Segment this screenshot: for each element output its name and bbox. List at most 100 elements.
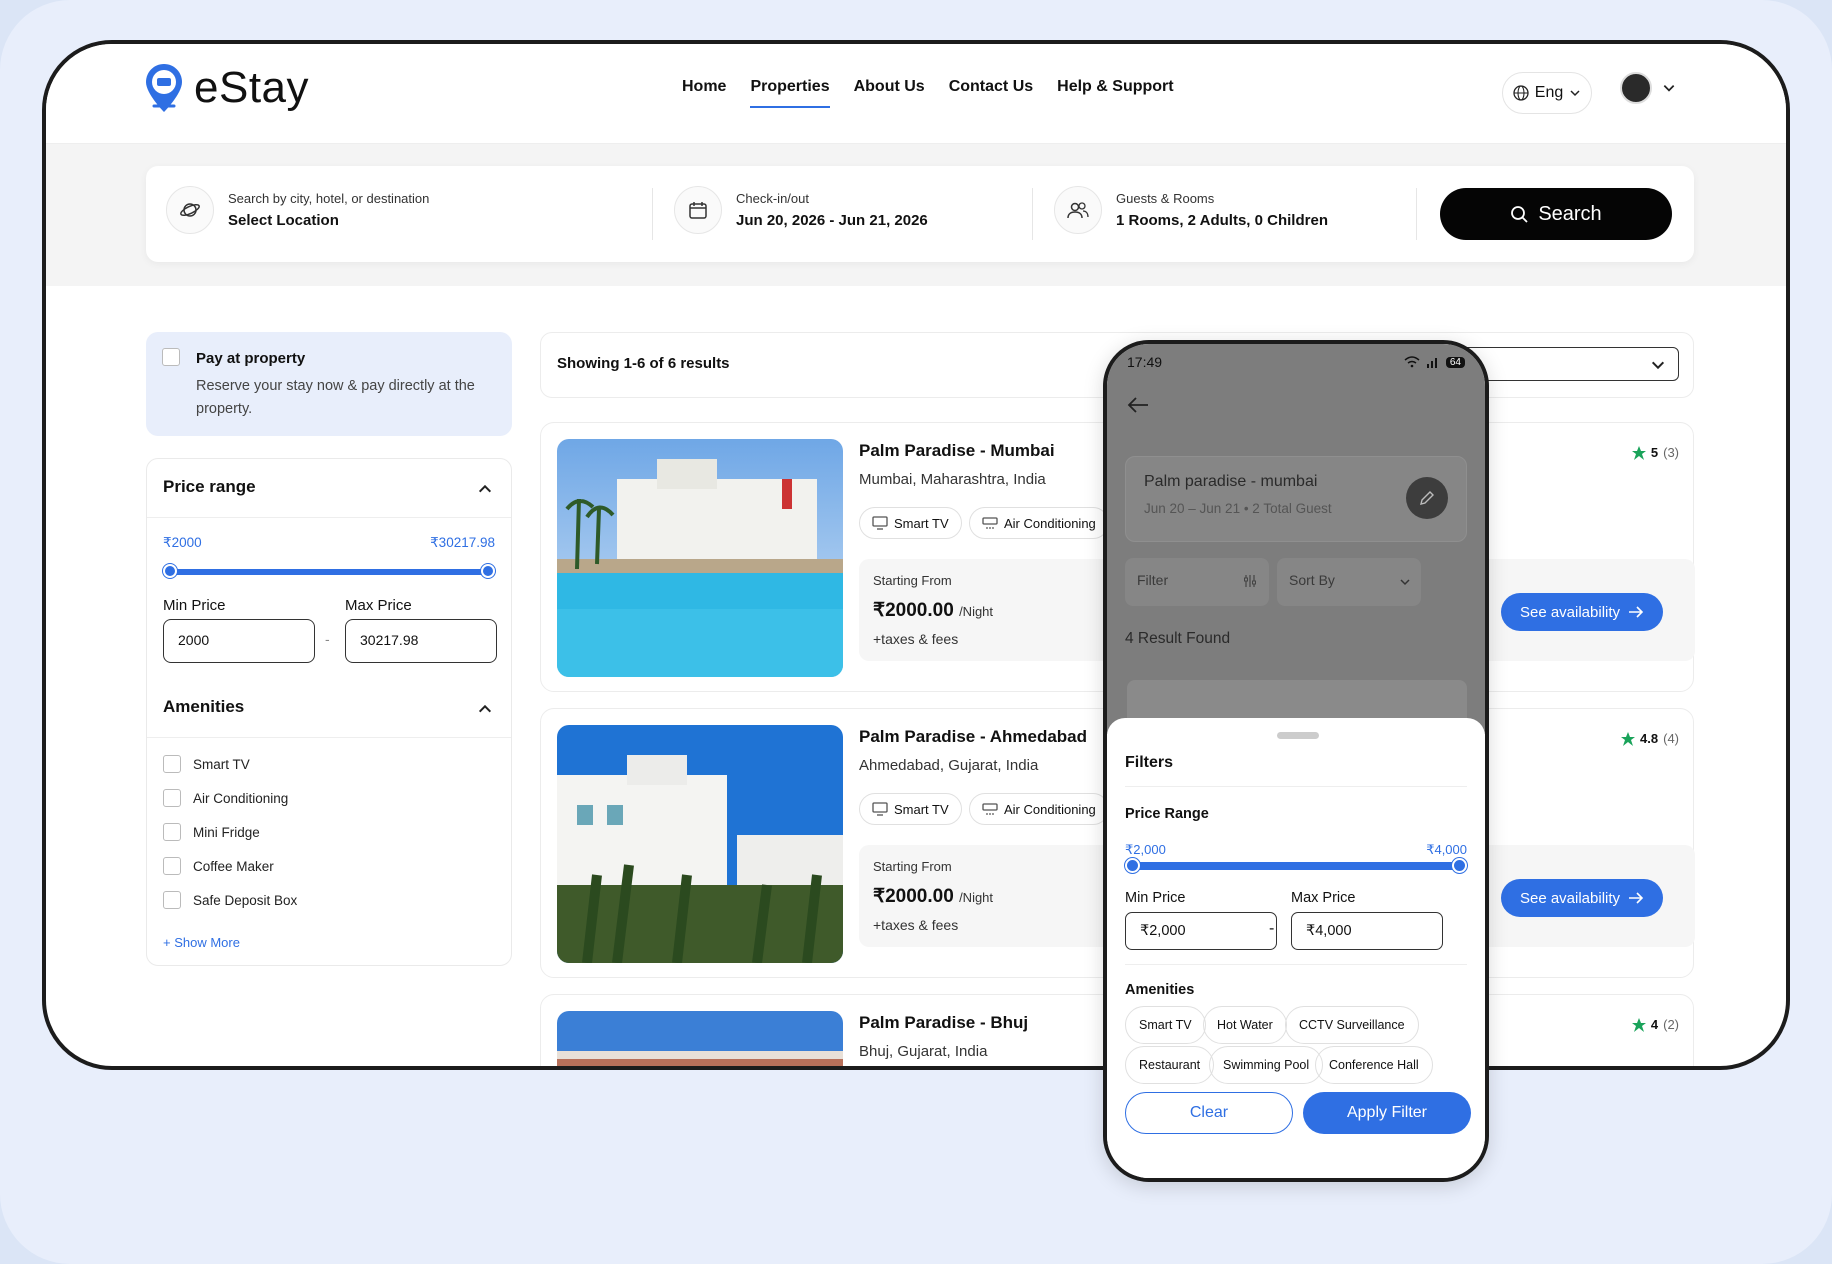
star-icon (1631, 445, 1646, 460)
property-rating: 5 (3) (1631, 445, 1679, 460)
nav-help-support[interactable]: Help & Support (1057, 78, 1173, 108)
amenity-tag-label: Smart TV (894, 515, 949, 531)
nav-home[interactable]: Home (682, 78, 726, 108)
divider (1125, 786, 1467, 787)
property-location: Ahmedabad, Gujarat, India (859, 757, 1039, 774)
clear-button[interactable]: Clear (1125, 1092, 1293, 1134)
mobile-sort-button[interactable]: Sort By (1277, 558, 1421, 606)
range-dash: - (325, 631, 330, 647)
star-icon (1631, 1017, 1646, 1032)
sort-label: Sort By (1289, 572, 1335, 588)
logo[interactable]: eStay (144, 62, 309, 114)
amenity-tag-label: Air Conditioning (1004, 515, 1096, 531)
amenity-label: Coffee Maker (193, 858, 274, 874)
amenity-checkbox[interactable] (163, 789, 181, 807)
pay-at-property-checkbox[interactable] (162, 348, 180, 366)
pencil-icon[interactable] (1406, 477, 1448, 519)
sheet-price-slider[interactable] (1125, 858, 1467, 873)
amenity-option[interactable]: Safe Deposit Box (163, 891, 297, 909)
dates-field[interactable]: Check-in/out Jun 20, 2026 - Jun 21, 2026 (674, 186, 928, 234)
amenity-tag-label: Air Conditioning (1004, 801, 1096, 817)
language-selector[interactable]: Eng (1502, 72, 1592, 114)
sheet-slider-min-handle[interactable] (1125, 858, 1140, 873)
amenity-checkbox[interactable] (163, 891, 181, 909)
price-slider-track[interactable] (163, 564, 495, 578)
user-menu[interactable] (1620, 72, 1676, 104)
sheet-max-price-input[interactable]: ₹4,000 (1291, 912, 1443, 950)
language-label: Eng (1534, 84, 1564, 101)
mobile-filter-button[interactable]: Filter (1125, 558, 1269, 606)
amenity-option[interactable]: Mini Fridge (163, 823, 260, 841)
sheet-price-title: Price Range (1125, 806, 1209, 822)
taxes-note: +taxes & fees (873, 631, 959, 647)
price-amount: ₹2000.00 (873, 600, 954, 621)
pay-at-property-option[interactable]: Pay at property Reserve your stay now & … (146, 332, 512, 436)
sheet-slider-max-handle[interactable] (1452, 858, 1467, 873)
sheet-max-price-label: Max Price (1291, 890, 1356, 906)
back-arrow-icon[interactable] (1127, 396, 1149, 414)
taxes-note: +taxes & fees (873, 917, 959, 933)
amenity-option[interactable]: Coffee Maker (163, 857, 274, 875)
property-name[interactable]: Palm Paradise - Mumbai (859, 441, 1055, 461)
sheet-min-price-input[interactable]: ₹2,000 (1125, 912, 1277, 950)
air-conditioner-icon (982, 517, 998, 529)
apply-filter-button[interactable]: Apply Filter (1303, 1092, 1471, 1134)
guests-field[interactable]: Guests & Rooms 1 Rooms, 2 Adults, 0 Chil… (1054, 186, 1328, 234)
property-name[interactable]: Palm Paradise - Bhuj (859, 1013, 1028, 1033)
divider (147, 737, 511, 738)
status-time: 17:49 (1127, 354, 1163, 370)
property-name[interactable]: Palm Paradise - Ahmedabad (859, 727, 1087, 747)
price-slider-max-handle[interactable] (481, 564, 495, 578)
property-rating: 4.8 (4) (1621, 731, 1679, 746)
amenity-option[interactable]: Smart TV (163, 755, 250, 773)
battery-level: 64 (1445, 356, 1465, 368)
chevron-down-icon (1651, 361, 1665, 370)
filter-sidebar: Pay at property Reserve your stay now & … (146, 332, 512, 966)
min-price-label: Min Price (163, 597, 226, 614)
dates-value: Jun 20, 2026 - Jun 21, 2026 (736, 212, 928, 229)
divider (1125, 964, 1467, 965)
amenity-chip[interactable]: Swimming Pool (1209, 1046, 1324, 1084)
see-availability-button[interactable]: See availability (1501, 593, 1663, 631)
mobile-search-title: Palm paradise - mumbai (1144, 473, 1318, 490)
filter-panel: Price range ₹2000 ₹30217.98 Min Price Ma… (146, 458, 512, 966)
nav-properties[interactable]: Properties (750, 78, 830, 108)
chevron-up-icon[interactable] (477, 481, 493, 497)
property-image[interactable] (557, 725, 843, 963)
amenity-chip[interactable]: Hot Water (1203, 1006, 1287, 1044)
amenity-checkbox[interactable] (163, 857, 181, 875)
sheet-price-max-display: ₹4,000 (1426, 842, 1467, 857)
chevron-up-icon[interactable] (477, 701, 493, 717)
amenity-checkbox[interactable] (163, 755, 181, 773)
desktop-browser-frame: eStay Home Properties About Us Contact U… (42, 40, 1790, 1070)
mobile-search-summary[interactable]: Palm paradise - mumbai Jun 20 – Jun 21 •… (1125, 456, 1467, 542)
property-image[interactable] (557, 439, 843, 677)
price-unit: /Night (959, 890, 994, 905)
amenity-chip[interactable]: Restaurant (1125, 1046, 1215, 1084)
globe-icon (1513, 85, 1529, 101)
sort-select[interactable] (1459, 347, 1679, 381)
nav-about-us[interactable]: About Us (854, 78, 925, 108)
max-price-input[interactable]: 30217.98 (345, 619, 497, 663)
min-price-input[interactable]: 2000 (163, 619, 315, 663)
amenities-title: Amenities (163, 697, 245, 716)
amenity-label: Mini Fridge (193, 824, 260, 840)
see-availability-button[interactable]: See availability (1501, 879, 1663, 917)
amenity-checkbox[interactable] (163, 823, 181, 841)
nav-contact-us[interactable]: Contact Us (949, 78, 1033, 108)
search-button[interactable]: Search (1440, 188, 1672, 240)
wifi-icon (1404, 356, 1420, 368)
amenity-chip[interactable]: CCTV Surveillance (1285, 1006, 1419, 1044)
sheet-handle[interactable] (1277, 732, 1319, 739)
search-button-label: Search (1538, 202, 1602, 225)
sheet-min-price-label: Min Price (1125, 890, 1186, 906)
location-field[interactable]: Search by city, hotel, or destination Se… (166, 186, 429, 234)
amenity-option[interactable]: Air Conditioning (163, 789, 288, 807)
amenity-chip[interactable]: Smart TV (1125, 1006, 1206, 1044)
property-image[interactable] (557, 1011, 843, 1066)
amenity-chip[interactable]: Conference Hall (1315, 1046, 1433, 1084)
price-slider-min-handle[interactable] (163, 564, 177, 578)
sheet-title: Filters (1125, 754, 1174, 771)
mobile-result-count: 4 Result Found (1125, 630, 1231, 647)
show-more-link[interactable]: + Show More (163, 935, 240, 950)
